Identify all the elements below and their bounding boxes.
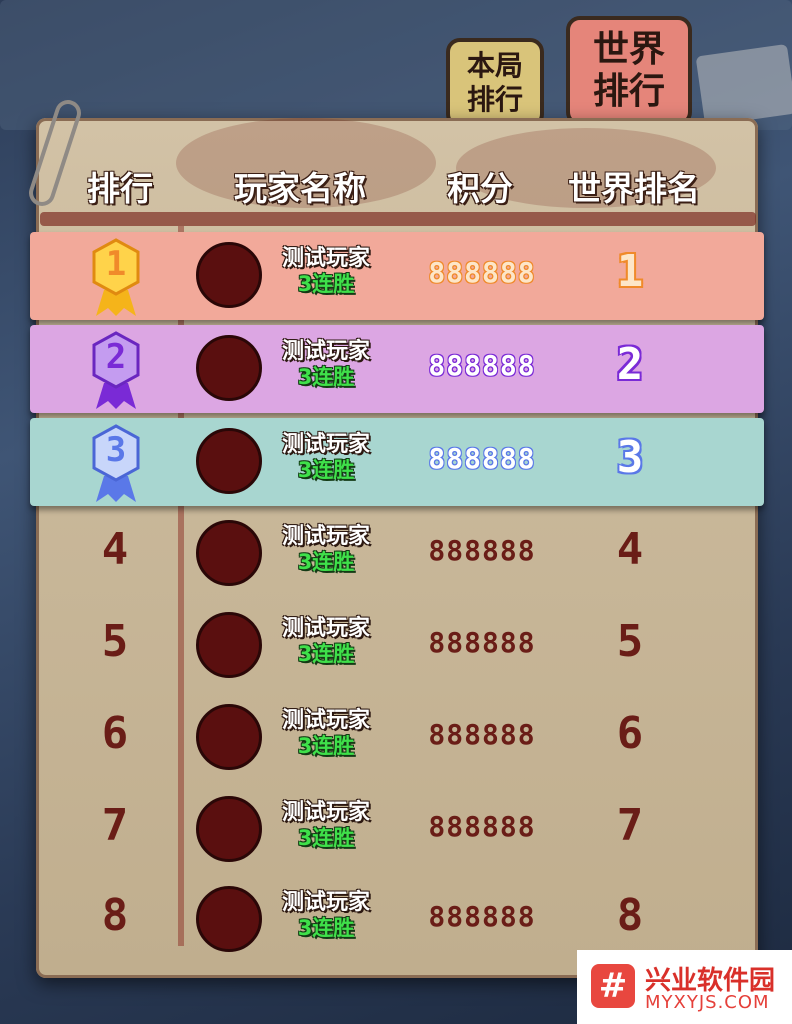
avatar[interactable]: [196, 520, 262, 586]
rank-number: 7: [101, 800, 129, 851]
gold-medal-icon: 1: [90, 238, 142, 318]
watermark-url: MYXYJS.COM: [645, 992, 770, 1013]
win-streak: 3连胜: [297, 365, 355, 389]
world-rank-value: 7: [616, 800, 644, 851]
header-rank: 排行: [87, 169, 153, 208]
table-row[interactable]: 5 测试玩家 3连胜 888888 5: [0, 602, 792, 690]
win-streak: 3连胜: [297, 458, 355, 482]
table-row[interactable]: 2 测试玩家 3连胜 888888 2: [0, 325, 792, 413]
avatar[interactable]: [196, 796, 262, 862]
medal-rank-number: 2: [105, 337, 127, 377]
rank-number: 6: [101, 708, 129, 759]
avatar[interactable]: [196, 242, 262, 308]
table-row[interactable]: 6 测试玩家 3连胜 888888 6: [0, 694, 792, 782]
player-score: 888888: [428, 626, 536, 659]
medal-rank-number: 3: [105, 430, 127, 470]
avatar[interactable]: [196, 886, 262, 952]
background-sign: [695, 43, 792, 127]
player-score: 888888: [428, 900, 536, 933]
world-rank-value: 5: [616, 616, 644, 667]
table-row[interactable]: 3 测试玩家 3连胜 888888 3: [0, 418, 792, 506]
tab-round-ranking[interactable]: 本局 排行: [446, 38, 544, 128]
tab-round-line1: 本局: [466, 49, 523, 82]
header-score: 积分: [447, 169, 513, 208]
world-rank-value: 2: [616, 339, 644, 390]
table-row[interactable]: 7 测试玩家 3连胜 888888 7: [0, 786, 792, 874]
avatar[interactable]: [196, 335, 262, 401]
win-streak: 3连胜: [297, 826, 355, 850]
avatar[interactable]: [196, 428, 262, 494]
player-score: 888888: [428, 534, 536, 567]
table-row[interactable]: 4 测试玩家 3连胜 888888 4: [0, 510, 792, 598]
medal-rank-number: 1: [105, 244, 127, 284]
rank-number: 4: [101, 524, 129, 575]
win-streak: 3连胜: [297, 272, 355, 296]
world-rank-value: 8: [616, 890, 644, 941]
blue-medal-icon: 3: [90, 424, 142, 504]
win-streak: 3连胜: [297, 550, 355, 574]
table-row[interactable]: 1 测试玩家 3连胜 888888 1: [0, 232, 792, 320]
watermark: # 兴业软件园 MYXYJS.COM: [577, 950, 792, 1024]
table-header: 排行 玩家名称 积分 世界排名: [0, 150, 792, 220]
header-divider: [40, 212, 756, 226]
win-streak: 3连胜: [297, 916, 355, 940]
tab-round-line2: 排行: [466, 83, 523, 116]
rank-number: 5: [101, 616, 129, 667]
tab-world-line2: 排行: [592, 71, 665, 112]
win-streak: 3连胜: [297, 642, 355, 666]
header-player-name: 玩家名称: [234, 169, 366, 208]
player-score: 888888: [428, 718, 536, 751]
world-rank-value: 1: [616, 246, 644, 297]
avatar[interactable]: [196, 612, 262, 678]
player-score: 888888: [428, 349, 536, 382]
purple-medal-icon: 2: [90, 331, 142, 411]
world-rank-value: 6: [616, 708, 644, 759]
tab-world-ranking[interactable]: 世界 排行: [566, 16, 692, 126]
watermark-logo-icon: #: [591, 964, 635, 1008]
avatar[interactable]: [196, 704, 262, 770]
rank-number: 8: [101, 890, 129, 941]
header-world-rank: 世界排名: [568, 169, 700, 208]
world-rank-value: 4: [616, 524, 644, 575]
win-streak: 3连胜: [297, 734, 355, 758]
world-rank-value: 3: [616, 432, 644, 483]
player-score: 888888: [428, 442, 536, 475]
player-score: 888888: [428, 256, 536, 289]
player-score: 888888: [428, 810, 536, 843]
tab-world-line1: 世界: [592, 29, 665, 70]
